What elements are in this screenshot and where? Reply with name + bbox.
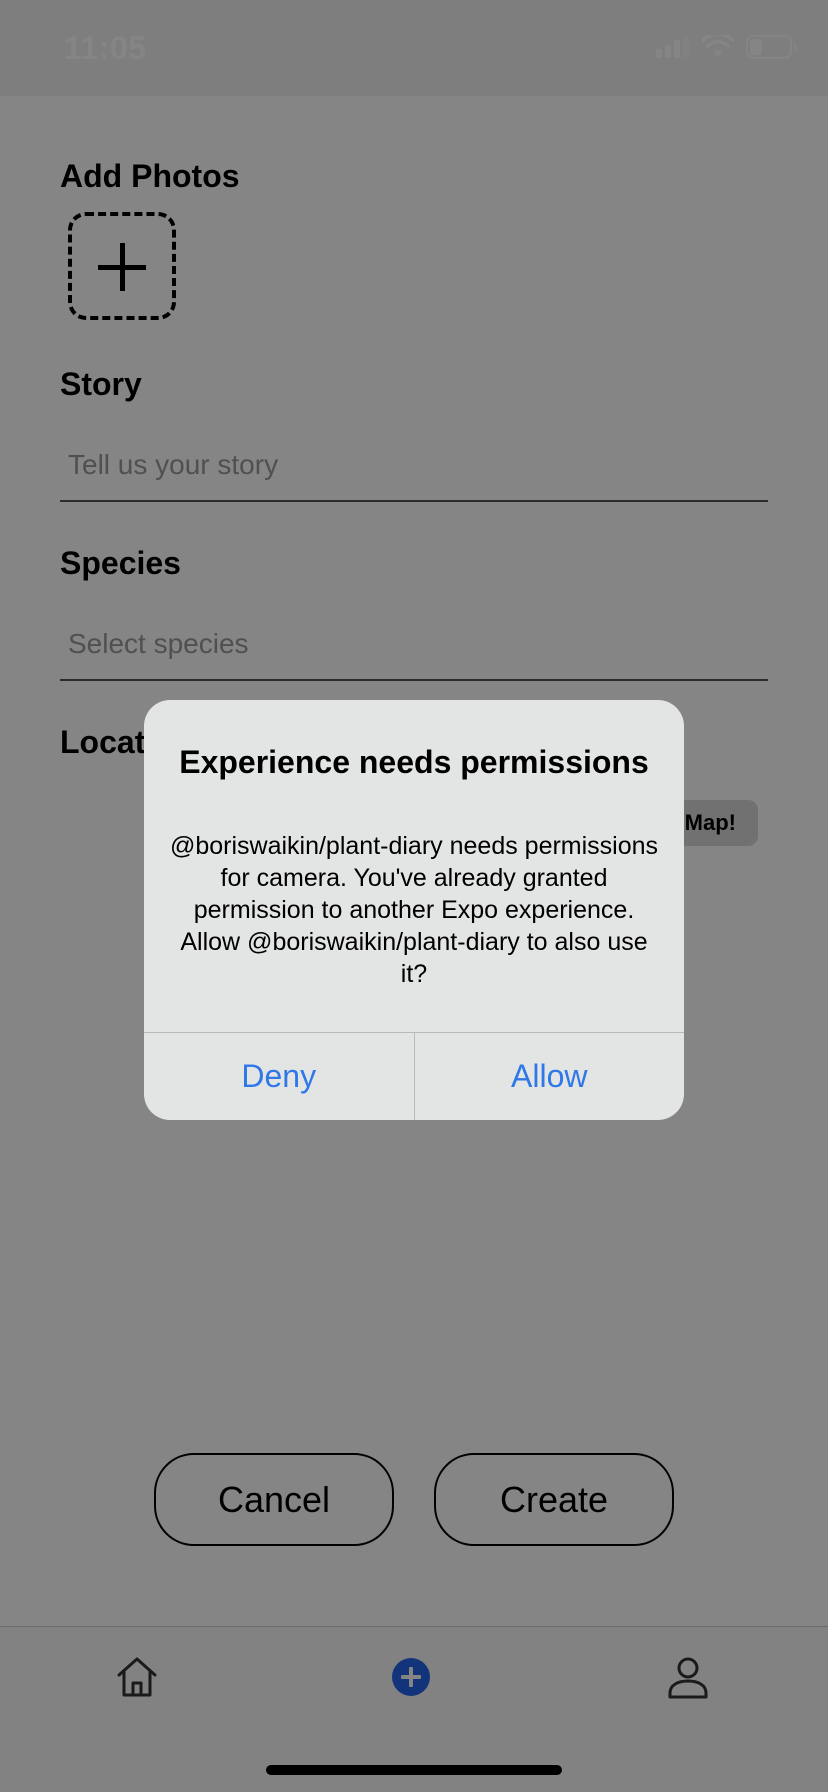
alert-message: @boriswaikin/plant-diary needs permissio… bbox=[169, 832, 659, 988]
alert-actions: Deny Allow bbox=[144, 1032, 684, 1120]
alert-title: Experience needs permissions bbox=[179, 744, 649, 780]
permission-alert-dialog: Experience needs permissions @boriswaiki… bbox=[144, 700, 684, 1120]
allow-button[interactable]: Allow bbox=[413, 1033, 685, 1120]
deny-button[interactable]: Deny bbox=[144, 1033, 414, 1120]
app-screen: 11:05 Add Photos Story Tell us your stor… bbox=[0, 0, 828, 1792]
